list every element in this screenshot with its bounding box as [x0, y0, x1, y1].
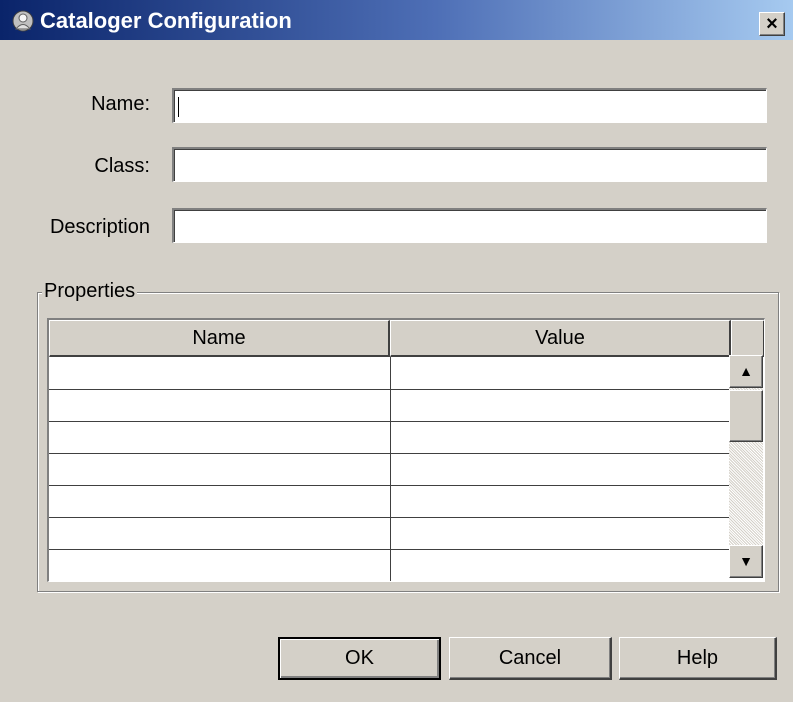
close-button[interactable]: ×: [759, 12, 785, 36]
cancel-button[interactable]: Cancel: [449, 637, 612, 680]
table-row[interactable]: [49, 485, 729, 486]
cataloger-configuration-dialog: Cataloger Configuration × Name: Class: D…: [0, 0, 793, 702]
table-row[interactable]: [49, 549, 729, 550]
class-label: Class:: [94, 155, 150, 177]
table-row[interactable]: [49, 421, 729, 422]
description-label: Description: [49, 216, 150, 238]
properties-vertical-scrollbar[interactable]: ▲ ▼: [729, 355, 763, 578]
help-button[interactable]: Help: [619, 637, 777, 680]
table-row[interactable]: [49, 389, 729, 390]
column-header-name[interactable]: Name: [49, 320, 390, 357]
class-input[interactable]: [174, 149, 766, 181]
description-input[interactable]: [174, 210, 766, 242]
scroll-down-arrow-icon[interactable]: ▼: [729, 545, 763, 578]
ok-button[interactable]: OK: [278, 637, 441, 680]
name-label: Name:: [91, 93, 150, 115]
window-title: Cataloger Configuration: [40, 8, 292, 33]
table-row[interactable]: [49, 517, 729, 518]
column-divider: [390, 357, 391, 581]
scroll-up-arrow-icon[interactable]: ▲: [729, 355, 763, 388]
cataloger-app-icon: [12, 10, 34, 32]
name-field[interactable]: [172, 88, 767, 123]
table-row[interactable]: [49, 453, 729, 454]
name-input[interactable]: [174, 90, 766, 122]
class-field[interactable]: [172, 147, 767, 182]
properties-grid[interactable]: Name Value: [47, 318, 765, 582]
column-header-value[interactable]: Value: [390, 320, 731, 357]
scroll-thumb[interactable]: [729, 390, 763, 442]
description-field[interactable]: [172, 208, 767, 243]
properties-group-title: Properties: [42, 280, 138, 303]
text-caret: [178, 97, 179, 117]
title-bar[interactable]: Cataloger Configuration ×: [0, 0, 793, 40]
column-header-filler: [731, 320, 764, 357]
